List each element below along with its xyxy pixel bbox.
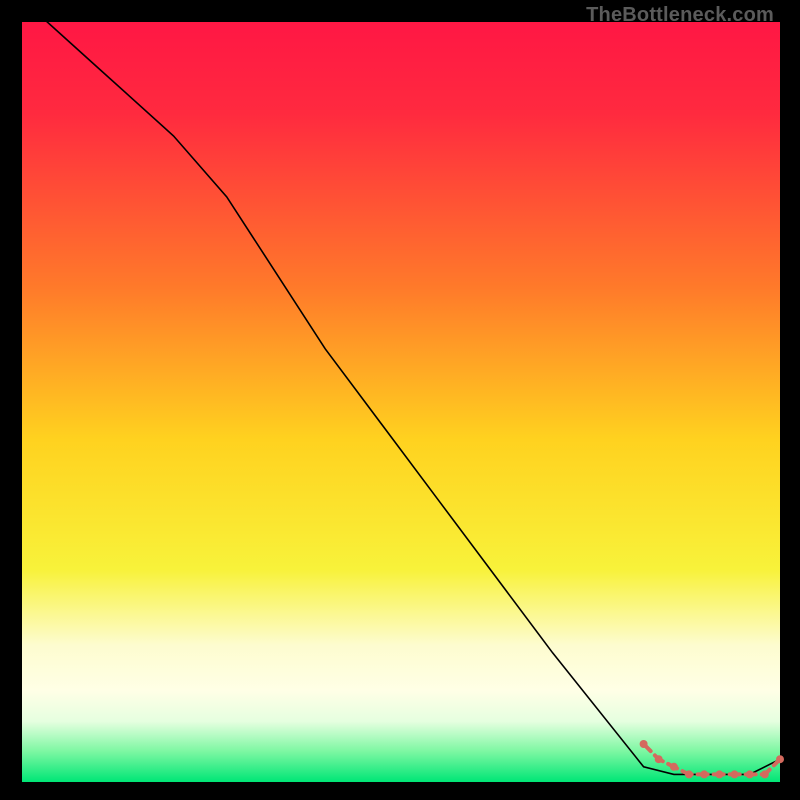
chart-container: TheBottleneck.com xyxy=(0,0,800,800)
marker-dot xyxy=(715,770,723,778)
marker-dot xyxy=(685,770,693,778)
watermark-text: TheBottleneck.com xyxy=(586,4,774,27)
marker-dot xyxy=(655,755,663,763)
marker-dot xyxy=(761,770,769,778)
marker-dot xyxy=(731,770,739,778)
marker-dot xyxy=(670,763,678,771)
marker-dot xyxy=(776,755,784,763)
marker-dot xyxy=(746,770,754,778)
marker-dot xyxy=(640,740,648,748)
plot-background xyxy=(22,22,780,782)
marker-dot xyxy=(700,770,708,778)
chart-svg xyxy=(0,0,800,800)
